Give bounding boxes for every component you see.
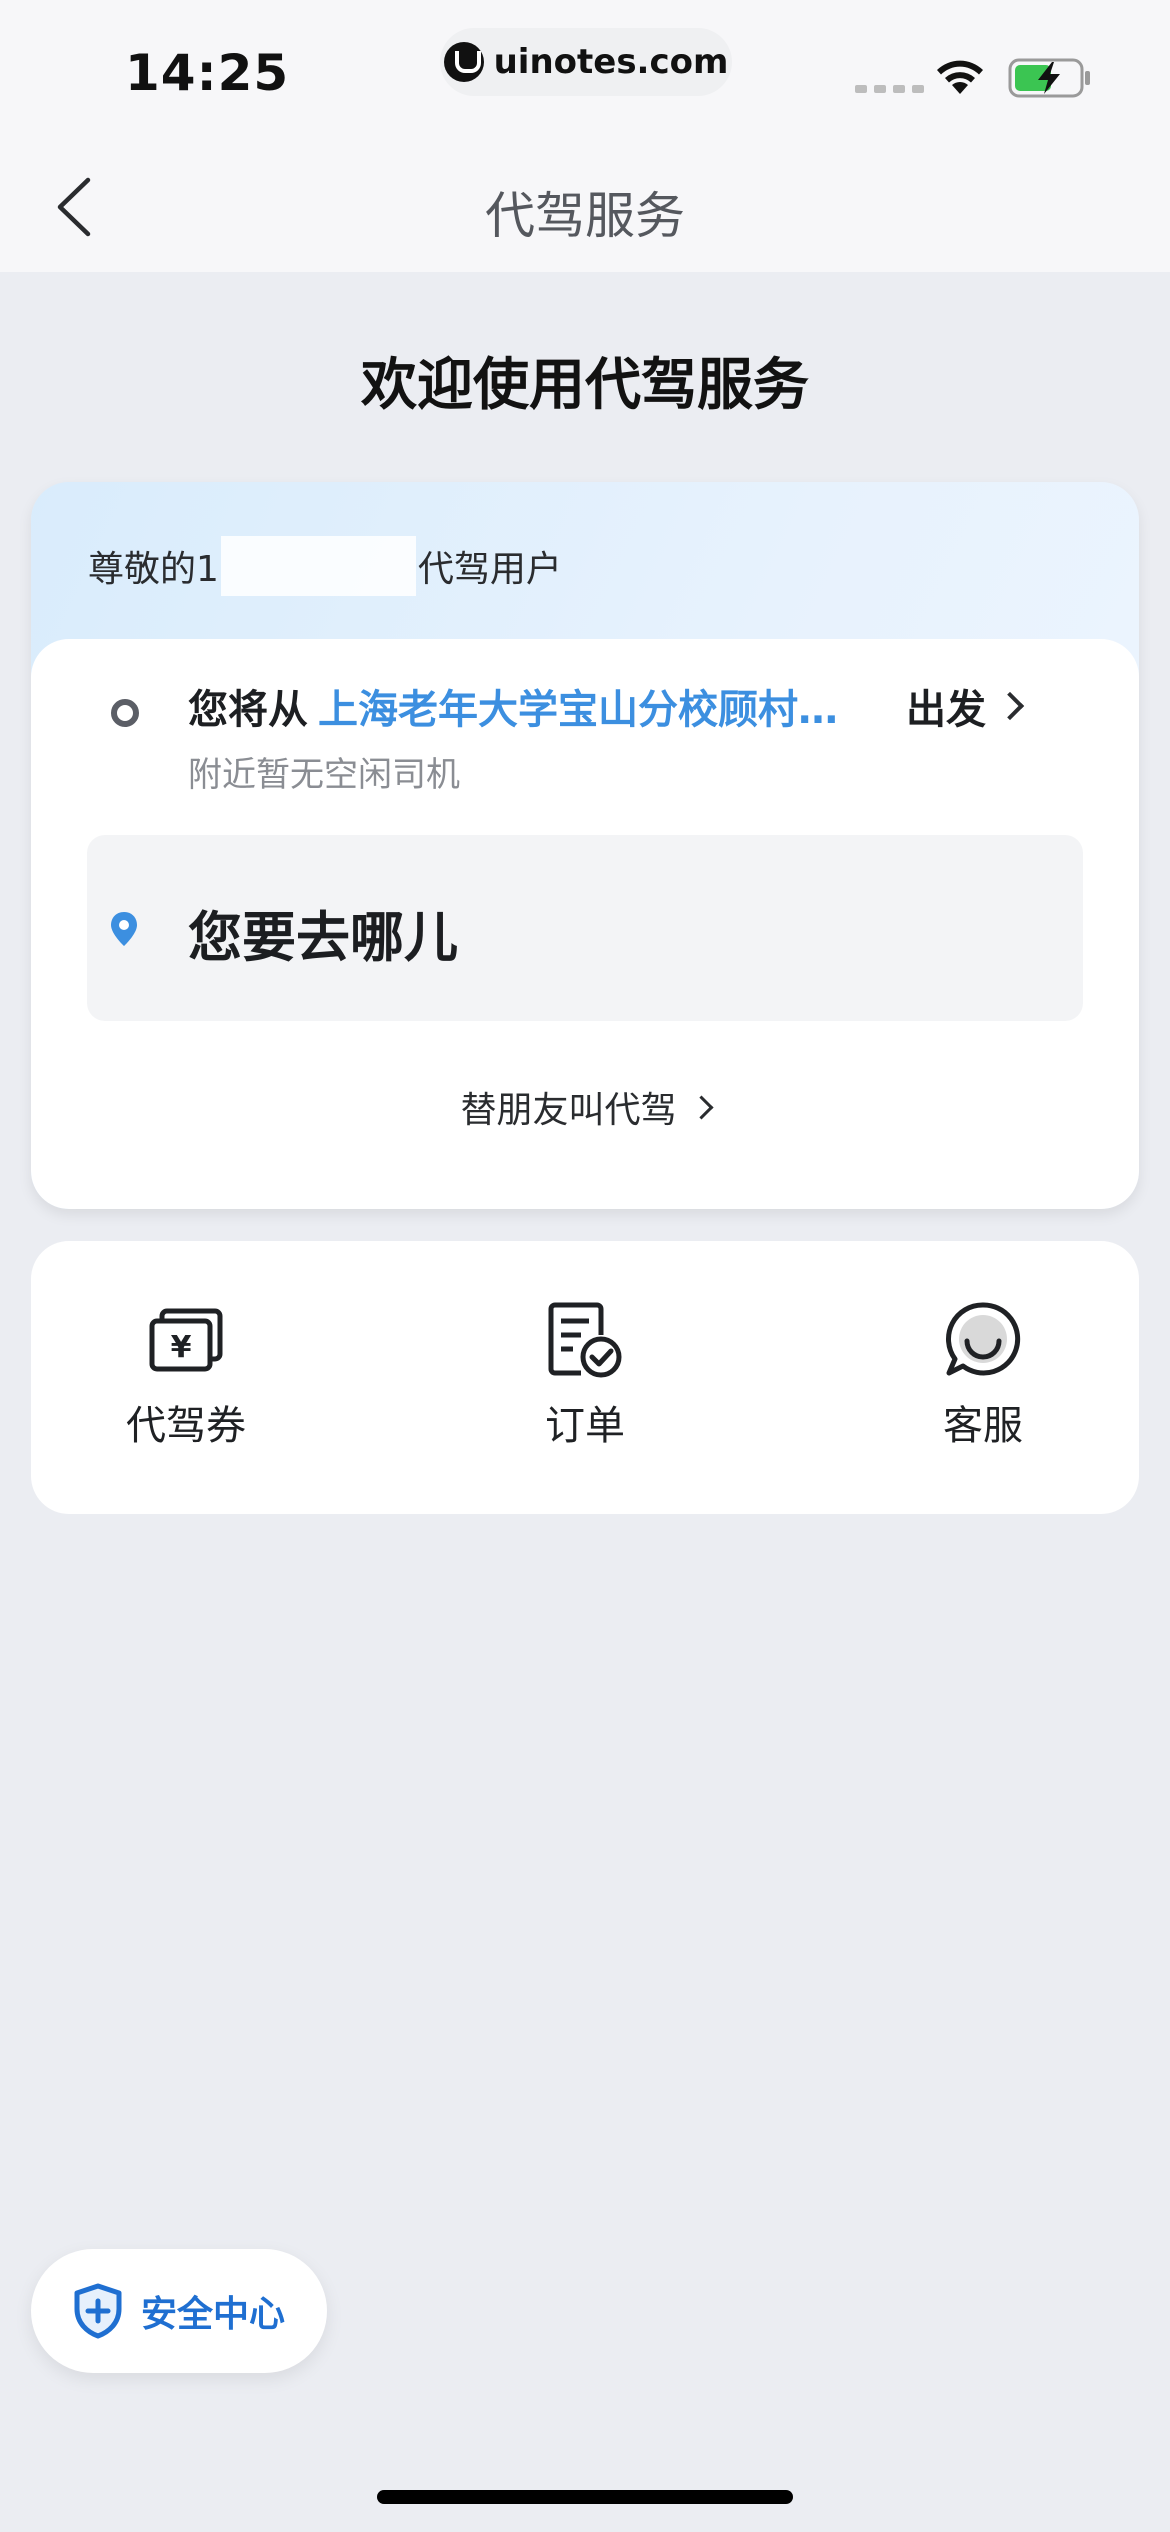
site-logo-icon [443, 42, 484, 82]
order-icon [548, 1302, 622, 1378]
status-time: 14:25 [125, 44, 290, 102]
depart-button[interactable]: 出发 [906, 677, 1025, 735]
welcome-title: 欢迎使用代驾服务 [361, 353, 809, 418]
origin-dot-icon [111, 699, 139, 727]
customer-service-button[interactable]: 客服 [883, 1299, 1083, 1451]
coupon-button[interactable]: ¥ 代驾券 [86, 1299, 286, 1451]
coupon-label: 代驾券 [126, 1403, 246, 1449]
greeting-prefix: 尊敬的1 [88, 549, 219, 590]
customer-service-label: 客服 [943, 1403, 1023, 1449]
driver-availability-note: 附近暂无空闲司机 [188, 755, 460, 795]
url-pill[interactable]: uinotes.com [440, 28, 732, 96]
origin-row[interactable]: 您将从 上海老年大学宝山分校顾村… [188, 677, 838, 735]
safety-center-button[interactable]: 安全中心 [31, 2249, 327, 2373]
booking-card-body: 您将从 上海老年大学宝山分校顾村… 出发 附近暂无空闲司机 您要去哪儿 替朋友叫… [31, 639, 1139, 1209]
order-button[interactable]: 订单 [485, 1299, 685, 1451]
user-greeting: 尊敬的1 代驾用户 [88, 536, 562, 596]
origin-place[interactable]: 上海老年大学宝山分校顾村… [318, 677, 838, 735]
destination-input[interactable]: 您要去哪儿 [87, 835, 1083, 1021]
home-indicator[interactable] [377, 2490, 793, 2504]
customer-service-icon [946, 1302, 1021, 1376]
call-for-friend-label: 替朋友叫代驾 [460, 1090, 677, 1131]
chevron-right-icon [995, 691, 1025, 721]
svg-text:¥: ¥ [171, 1330, 192, 1365]
page-title: 代驾服务 [485, 187, 685, 245]
battery-charging-icon [1008, 58, 1090, 98]
url-text: uinotes.com [493, 42, 729, 82]
cellular-signal-icon [855, 85, 924, 93]
status-bar: 14:25 uinotes.com [0, 0, 1170, 150]
booking-card: 尊敬的1 代驾用户 您将从 上海老年大学宝山分校顾村… 出发 附近暂无空闲司机 … [31, 482, 1139, 1209]
quick-actions-card: ¥ 代驾券 订单 客服 [31, 1241, 1139, 1514]
masked-phone-number [220, 536, 416, 596]
coupon-icon: ¥ [149, 1308, 223, 1372]
greeting-suffix: 代驾用户 [417, 549, 562, 590]
depart-label: 出发 [906, 687, 986, 733]
safety-center-label: 安全中心 [140, 2294, 285, 2335]
location-pin-icon [111, 912, 137, 946]
destination-placeholder: 您要去哪儿 [188, 906, 458, 969]
shield-plus-icon [74, 2283, 122, 2339]
order-label: 订单 [545, 1403, 625, 1449]
origin-prefix: 您将从 [188, 687, 308, 733]
chevron-right-icon [688, 1094, 714, 1120]
call-for-friend-link[interactable]: 替朋友叫代驾 [31, 1081, 1139, 1133]
wifi-icon [937, 60, 983, 94]
